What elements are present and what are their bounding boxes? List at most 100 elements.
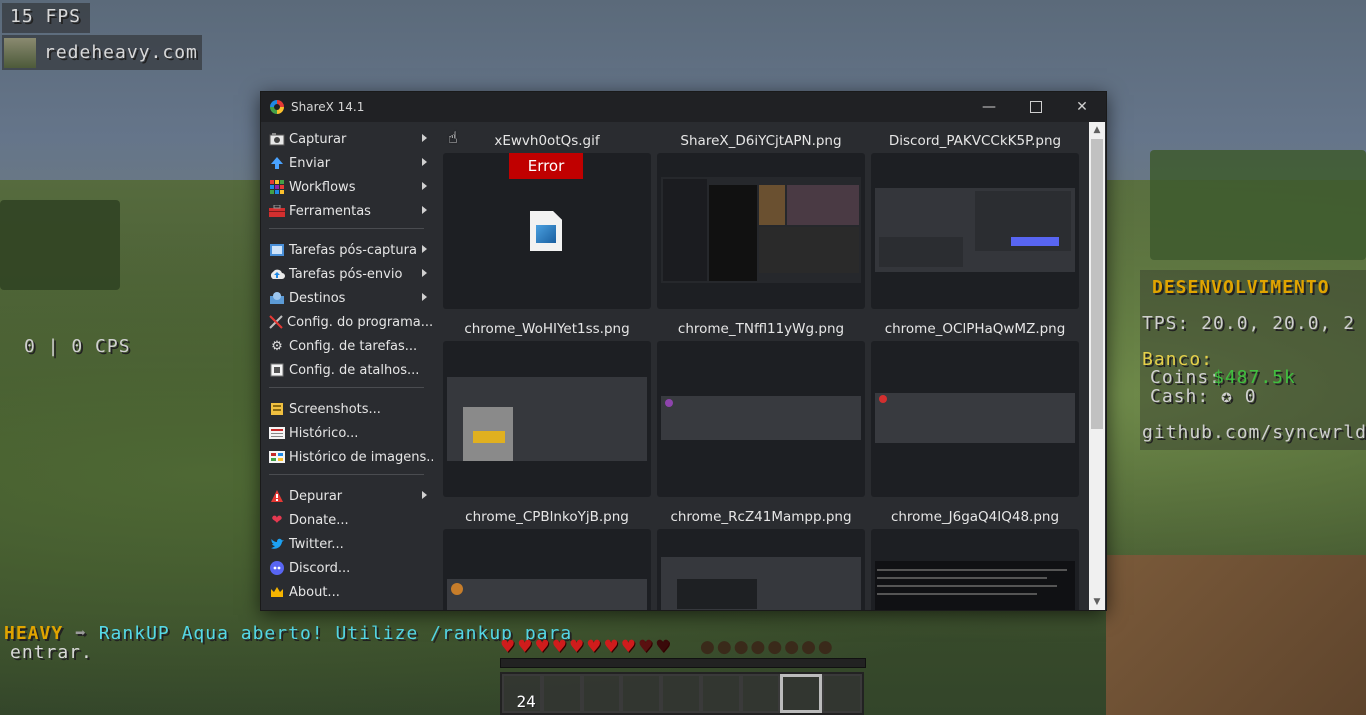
food-icon: ●: [733, 637, 749, 657]
preview-items: [473, 431, 505, 443]
preview-card: [879, 237, 963, 267]
experience-bar: [500, 658, 866, 668]
menu-item-destinos[interactable]: Destinos: [269, 287, 427, 309]
file-name[interactable]: chrome_CPBlnkoYjB.png: [443, 509, 651, 525]
heart-icon: ♥: [517, 637, 533, 657]
menu-item-config-programa[interactable]: Config. do programa...: [269, 311, 433, 333]
scoreboard-title: DESENVOLVIMENTO: [1152, 277, 1330, 298]
hotbar-slot: 24: [502, 674, 542, 713]
menu-item-ferramentas[interactable]: Ferramentas: [269, 200, 427, 222]
menu-separator: [269, 387, 424, 388]
menu-item-about[interactable]: About...: [269, 581, 427, 603]
thumbnail-error[interactable]: Error: [443, 153, 651, 309]
wrench-icon: [269, 314, 283, 330]
chat-prefix: HEAVY: [4, 623, 64, 644]
submenu-arrow-icon: [422, 245, 427, 253]
hotbar-slot-selected: [780, 674, 823, 713]
thumbnail[interactable]: [657, 153, 865, 309]
scoreboard-cash: Cash: ✪ 0: [1150, 386, 1257, 407]
menu-item-donate[interactable]: ❤ Donate...: [269, 509, 427, 531]
scoreboard-tps: TPS: 20.0, 20.0, 2: [1142, 313, 1356, 334]
hotbar-slot: [621, 674, 662, 713]
file-name[interactable]: chrome_J6gaQ4IQ48.png: [871, 509, 1079, 525]
heart-icon: ❤: [271, 512, 283, 528]
menu-item-depurar[interactable]: Depurar: [269, 485, 427, 507]
thumbnail[interactable]: [443, 529, 651, 610]
sharex-logo-icon: [270, 100, 284, 114]
menu-label: Twitter...: [289, 536, 344, 552]
preview-panel: [709, 185, 757, 281]
camera-icon: [269, 131, 285, 147]
menu-label: Capturar: [289, 131, 347, 147]
menu-item-historico[interactable]: Histórico...: [269, 422, 427, 444]
scoreboard-coins-value: $487.5k: [1213, 367, 1296, 388]
workflows-icon: [269, 179, 285, 195]
image-grid: xEwvh0otQs.gif Error ShareX_D6iYCjtAPN.p…: [433, 122, 1089, 610]
hotbar-slot: [581, 674, 622, 713]
hotbar-slot: [700, 674, 741, 713]
file-name[interactable]: chrome_TNffl11yWg.png: [657, 321, 865, 337]
screenshot-preview: [875, 393, 1075, 443]
sharex-window: ShareX 14.1 — ✕ Capturar Enviar Workflow…: [260, 91, 1107, 611]
menu-label: About...: [289, 584, 340, 600]
menu-item-historico-imagens[interactable]: Histórico de imagens...: [269, 446, 439, 468]
preview-avatar: [665, 399, 673, 407]
thumbnail[interactable]: [871, 529, 1079, 610]
minimize-button[interactable]: —: [966, 92, 1012, 122]
file-name[interactable]: xEwvh0otQs.gif: [443, 133, 651, 149]
discord-icon: [269, 560, 285, 576]
menu-item-discord[interactable]: Discord...: [269, 557, 427, 579]
thumbnail[interactable]: [871, 341, 1079, 497]
menu-item-tarefas-pos-captura[interactable]: Tarefas pós-captura: [269, 239, 427, 261]
hotbar-slot: [661, 674, 701, 713]
title-bar[interactable]: ShareX 14.1 — ✕: [261, 92, 1106, 122]
menu-item-twitter[interactable]: Twitter...: [269, 533, 427, 555]
menu-item-enviar[interactable]: Enviar: [269, 152, 427, 174]
file-name[interactable]: chrome_WoHIYet1ss.png: [443, 321, 651, 337]
submenu-arrow-icon: [422, 269, 427, 277]
scrollbar-thumb[interactable]: [1091, 139, 1103, 429]
heart-icon: ♥: [500, 637, 516, 657]
menu-item-config-tarefas[interactable]: ⚙ Config. de tarefas...: [269, 335, 427, 357]
menu-item-capturar[interactable]: Capturar: [269, 128, 427, 150]
chat-arrow: ➡: [75, 623, 87, 644]
vertical-scrollbar[interactable]: ▲ ▼: [1089, 122, 1105, 610]
preview-log-line: [877, 585, 1057, 587]
preview-image: [787, 185, 859, 225]
file-name[interactable]: Discord_PAKVCCkK5P.png: [871, 133, 1079, 149]
menu-label: Ferramentas: [289, 203, 371, 219]
thumbnail[interactable]: [871, 153, 1079, 309]
scroll-down-icon[interactable]: ▼: [1089, 594, 1105, 610]
file-name[interactable]: ShareX_D6iYCjtAPN.png: [657, 133, 865, 149]
menu-label: Destinos: [289, 290, 346, 306]
scroll-up-icon[interactable]: ▲: [1089, 122, 1105, 138]
menu-item-workflows[interactable]: Workflows: [269, 176, 427, 198]
thumbnail[interactable]: [657, 341, 865, 497]
menu-item-config-atalhos[interactable]: Config. de atalhos...: [269, 359, 427, 381]
menu-label: Tarefas pós-envio: [289, 266, 403, 282]
heart-icon: ♥: [586, 637, 602, 657]
tree-foliage: [1150, 150, 1366, 260]
hunger-bar: ● ● ● ● ● ● ● ●: [700, 638, 833, 656]
error-badge: Error: [509, 153, 583, 179]
food-icon: ●: [700, 637, 715, 657]
mouse-cursor-icon: ☝: [448, 128, 458, 147]
image-file-icon: [530, 211, 562, 251]
food-icon: ●: [817, 637, 833, 657]
heart-icon: ♥: [551, 637, 567, 657]
after-capture-icon: [269, 242, 285, 258]
tree-foliage: [0, 200, 120, 290]
close-button[interactable]: ✕: [1059, 92, 1105, 122]
menu-item-screenshots[interactable]: Screenshots...: [269, 398, 427, 420]
heart-icon: ♥: [638, 637, 654, 657]
thumbnail[interactable]: [657, 529, 865, 610]
file-name[interactable]: chrome_OClPHaQwMZ.png: [871, 321, 1079, 337]
screenshot-preview: [447, 579, 647, 610]
chat-line-2: entrar.: [10, 642, 93, 663]
menu-item-tarefas-pos-envio[interactable]: Tarefas pós-envio: [269, 263, 427, 285]
food-icon: ●: [750, 637, 766, 657]
preview-sidebar: [663, 179, 707, 281]
file-name[interactable]: chrome_RcZ41Mampp.png: [657, 509, 865, 525]
maximize-button[interactable]: [1013, 92, 1059, 122]
thumbnail[interactable]: [443, 341, 651, 497]
